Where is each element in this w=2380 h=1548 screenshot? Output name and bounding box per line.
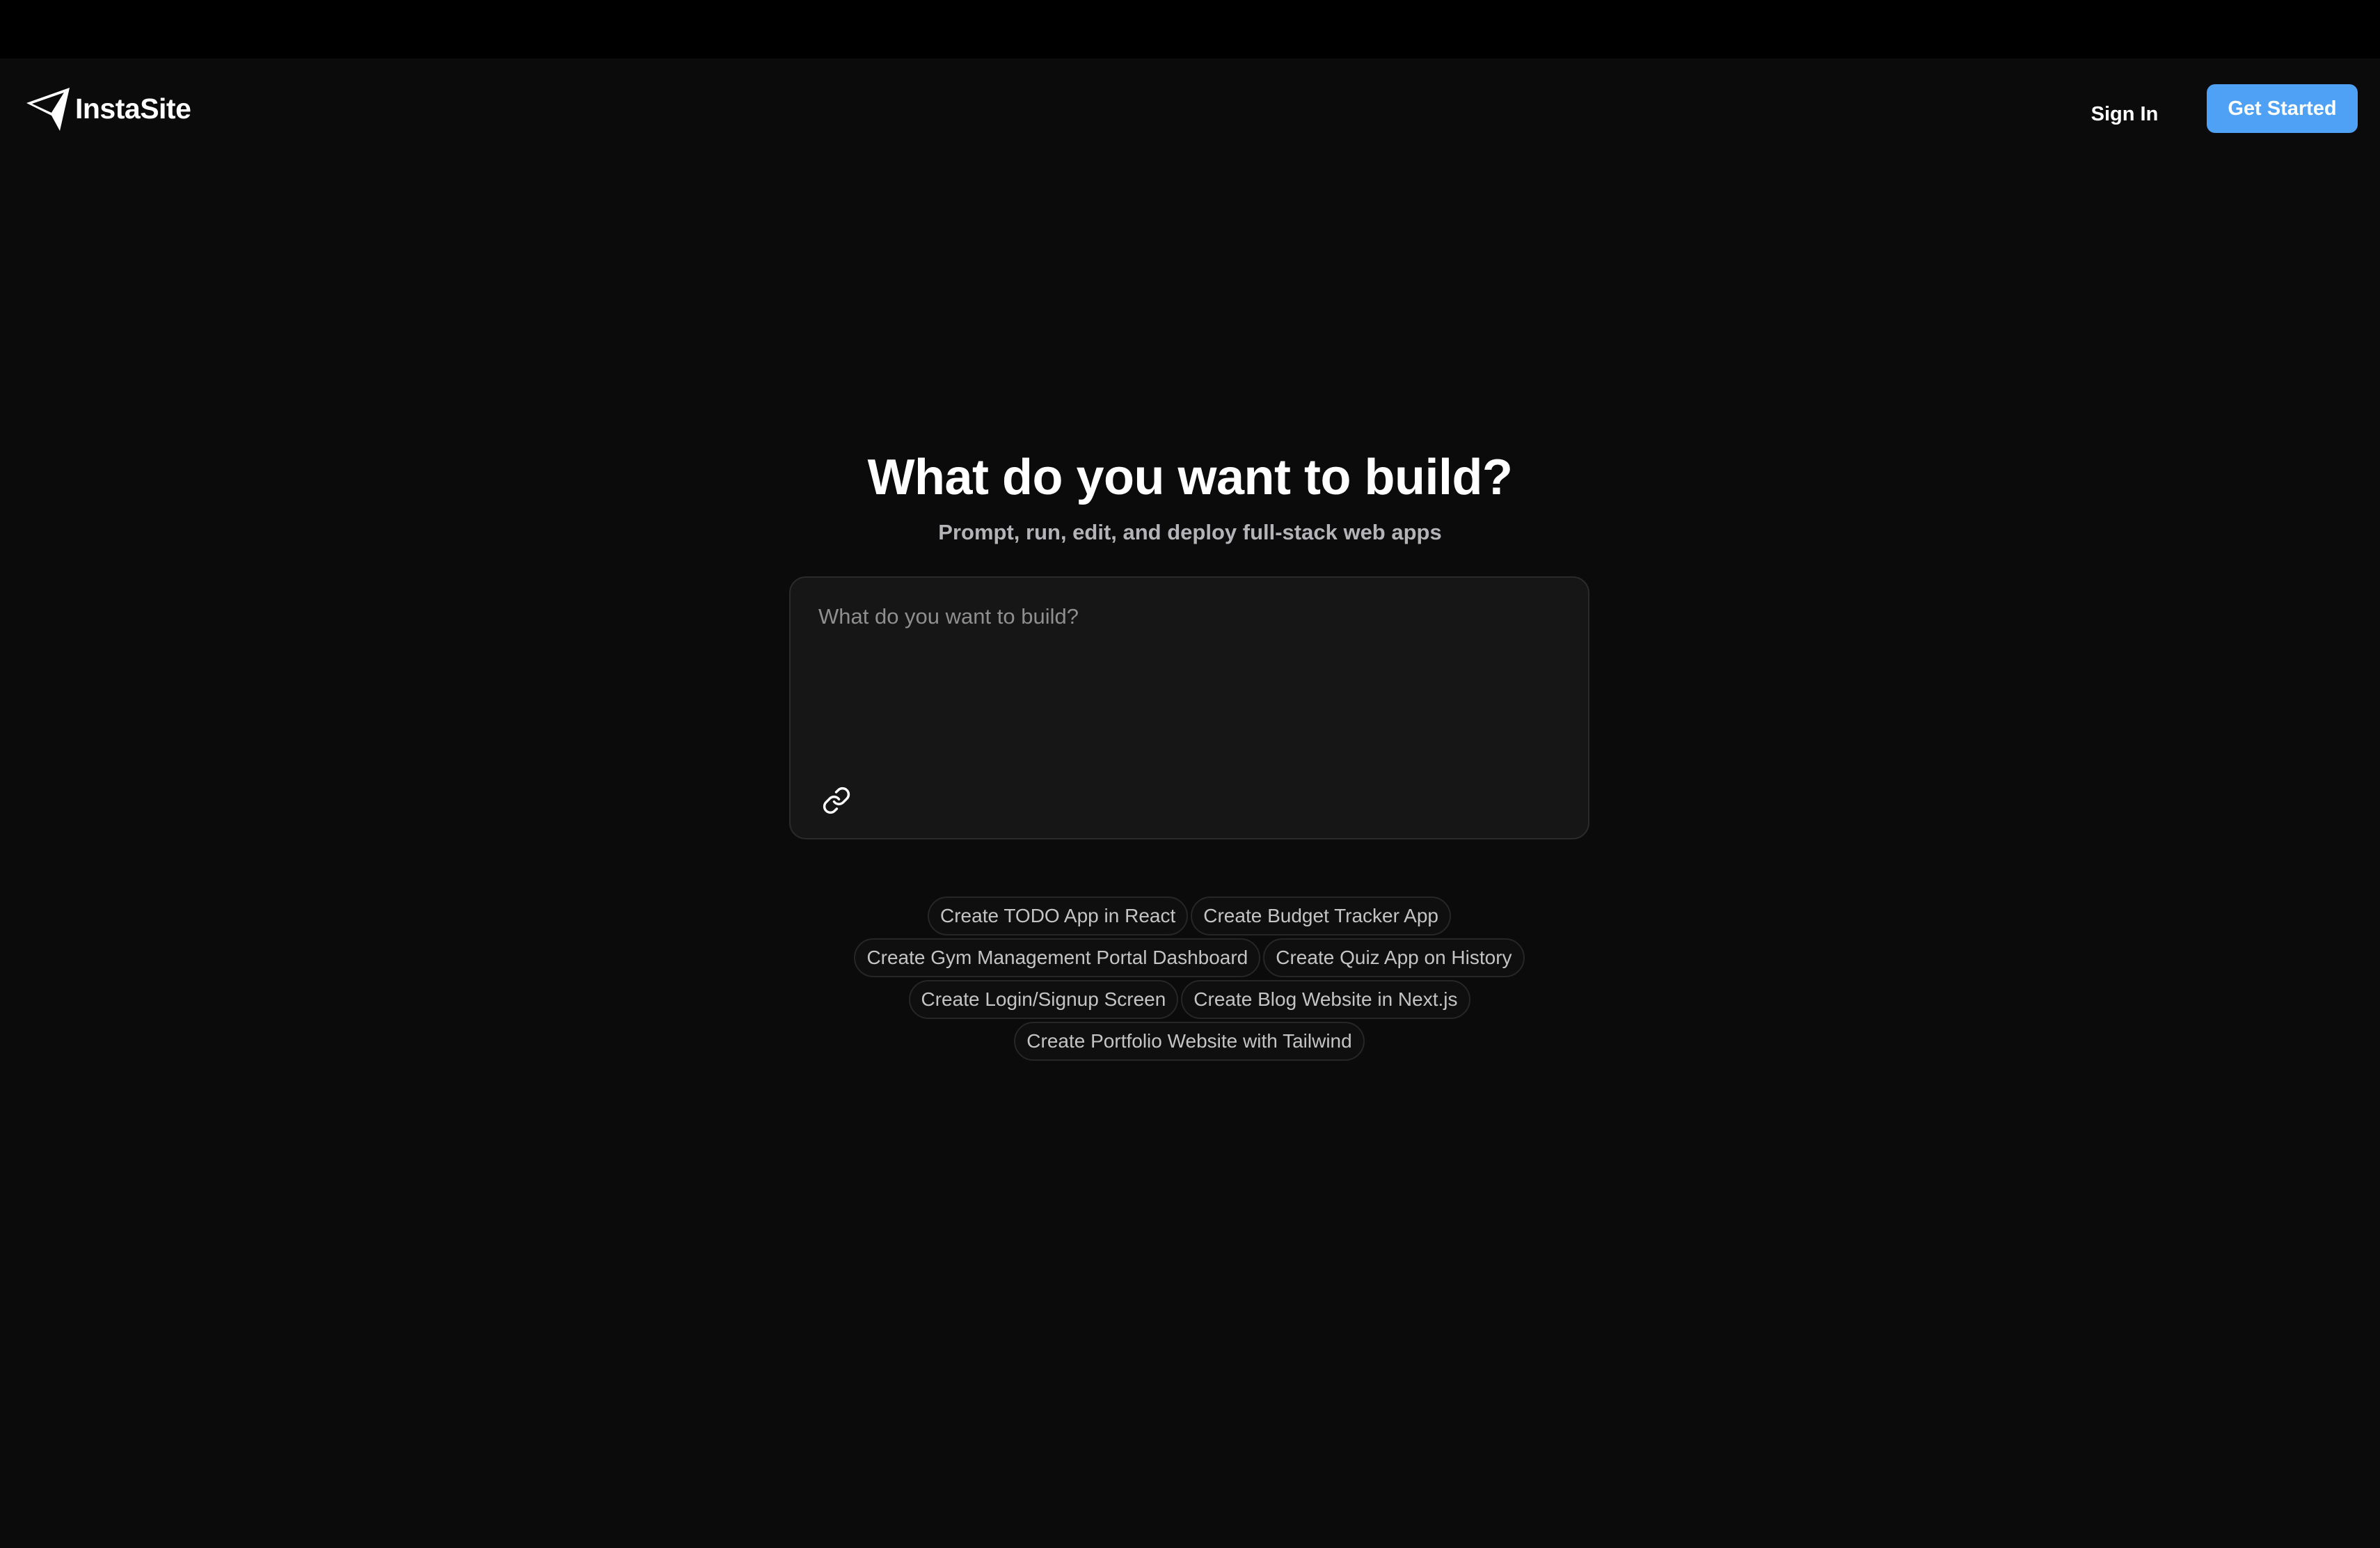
- suggestion-chip-blog-website[interactable]: Create Blog Website in Next.js: [1181, 980, 1470, 1019]
- page-subtitle: Prompt, run, edit, and deploy full-stack…: [938, 520, 1442, 544]
- prompt-box: [789, 576, 1589, 839]
- suggestion-chip-login-signup[interactable]: Create Login/Signup Screen: [908, 980, 1179, 1019]
- attach-link-button[interactable]: [816, 780, 857, 821]
- sign-in-button[interactable]: Sign In: [2060, 95, 2189, 134]
- suggestion-chip-portfolio-website[interactable]: Create Portfolio Website with Tailwind: [1014, 1022, 1365, 1061]
- suggestion-chip-gym-dashboard[interactable]: Create Gym Management Portal Dashboard: [854, 938, 1261, 977]
- suggestion-chip-budget-tracker[interactable]: Create Budget Tracker App: [1191, 897, 1451, 935]
- page-title: What do you want to build?: [867, 450, 1513, 505]
- brand-name: InstaSite: [75, 92, 191, 125]
- suggestion-list: Create TODO App in React Create Budget T…: [789, 897, 1589, 1061]
- suggestion-chip-todo-app[interactable]: Create TODO App in React: [928, 897, 1189, 935]
- paper-plane-logo-icon: [26, 88, 70, 131]
- brand-logo[interactable]: InstaSite: [25, 85, 191, 132]
- suggestion-chip-quiz-app[interactable]: Create Quiz App on History: [1263, 938, 1525, 977]
- site-header: InstaSite Sign In Get Started: [0, 58, 2380, 159]
- link-icon: [823, 787, 850, 814]
- prompt-input[interactable]: [818, 603, 1556, 742]
- suggestion-row: Create TODO App in React Create Budget T…: [928, 897, 1451, 935]
- suggestion-row: Create Gym Management Portal Dashboard C…: [854, 938, 1525, 977]
- get-started-button[interactable]: Get Started: [2207, 84, 2358, 133]
- app-root: InstaSite Sign In Get Started What do yo…: [0, 0, 2380, 1548]
- browser-top-bar: [0, 0, 2380, 58]
- suggestion-row: Create Portfolio Website with Tailwind: [1014, 1022, 1365, 1061]
- suggestion-row: Create Login/Signup Screen Create Blog W…: [908, 980, 1470, 1019]
